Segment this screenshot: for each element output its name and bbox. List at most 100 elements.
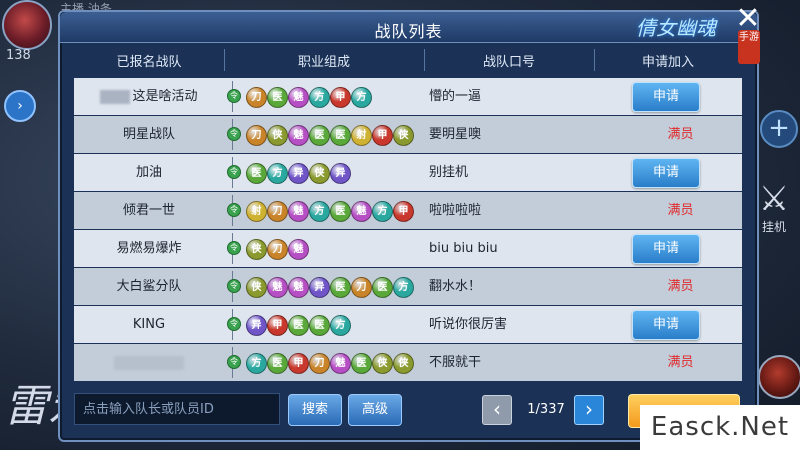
chevron-left-icon: ‹	[493, 397, 501, 421]
leader-token-icon: 令	[227, 89, 241, 103]
class-icon: 刀	[309, 353, 330, 374]
team-name: 易燃易爆炸	[74, 230, 224, 267]
team-name-text: 大白鲨分队	[116, 279, 182, 294]
search-button[interactable]: 搜索	[288, 394, 342, 426]
class-icon: 射	[351, 125, 372, 146]
plus-icon[interactable]: +	[760, 110, 798, 148]
class-icon: 侠	[267, 125, 288, 146]
left-arrow-icon[interactable]: ›	[4, 90, 36, 122]
table-row[interactable]: 倾君一世令射刀魅方医魅方甲啦啦啦啦 满员	[74, 192, 742, 229]
class-icon: 魅	[288, 201, 309, 222]
class-composition: 令射刀魅方医魅方甲	[224, 192, 424, 229]
class-icon: 医	[267, 87, 288, 108]
team-name: 倾君一世	[74, 192, 224, 229]
full-status: 满员	[667, 127, 694, 142]
class-icon: 侠	[246, 277, 267, 298]
header-slogan: 战队口号	[482, 55, 535, 70]
leader-token-icon: 令	[227, 203, 241, 217]
class-composition: 令方医甲刀魅医侠侠	[224, 344, 424, 381]
class-icon: 异	[288, 163, 309, 184]
table-row[interactable]: 这是啥活动令刀医魅方甲方懵的一逼 申请	[74, 78, 742, 115]
header-team: 已报名战队	[116, 55, 182, 70]
table-row[interactable]: 加油令医方异侠异别挂机 申请	[74, 154, 742, 191]
player-avatar[interactable]	[2, 0, 52, 50]
prev-page-button[interactable]: ‹	[482, 395, 512, 425]
search-input[interactable]: 点击输入队长或队员ID	[74, 393, 280, 425]
class-icon: 魅	[267, 277, 288, 298]
class-icon: 甲	[393, 201, 414, 222]
leader-token-icon: 令	[227, 127, 241, 141]
class-icon: 异	[330, 163, 351, 184]
apply-button[interactable]: 申请	[632, 82, 700, 112]
leader-token-icon: 令	[227, 317, 241, 331]
team-slogan: 懵的一逼	[429, 89, 482, 104]
full-status: 满员	[667, 279, 694, 294]
class-icon: 甲	[267, 315, 288, 336]
class-icon: 医	[330, 201, 351, 222]
apply-button[interactable]: 申请	[632, 158, 700, 188]
class-composition: 令刀医魅方甲方	[224, 78, 424, 115]
class-icon: 方	[309, 201, 330, 222]
redacted-text	[114, 355, 184, 370]
team-slogan: 听说你很厉害	[429, 317, 508, 332]
class-composition: 令侠刀魅	[224, 230, 424, 267]
team-name: 加油	[74, 154, 224, 191]
team-name-text: 加油	[135, 165, 162, 180]
watermark: Easck.Net	[640, 405, 800, 450]
table-row[interactable]: 大白鲨分队令侠魅魅异医刀医方翻水水！ 满员	[74, 268, 742, 305]
class-icon: 方	[351, 87, 372, 108]
class-icon: 方	[393, 277, 414, 298]
class-composition: 令刀侠魅医医射甲侠	[224, 116, 424, 153]
class-icon: 方	[267, 163, 288, 184]
class-icon: 方	[309, 87, 330, 108]
class-icon: 医	[309, 315, 330, 336]
page-indicator: 1/337	[527, 402, 565, 417]
class-icon: 侠	[309, 163, 330, 184]
table-row[interactable]: 易燃易爆炸 令侠刀魅 biu biu biu 申请	[74, 230, 742, 267]
full-status: 满员	[667, 355, 694, 370]
table-row[interactable]: 明星战队令刀侠魅医医射甲侠要明星噢 满员	[74, 116, 742, 153]
team-slogan: biu biu biu	[429, 241, 498, 256]
class-icon: 医	[330, 277, 351, 298]
class-icon: 医	[372, 277, 393, 298]
companion-avatar[interactable]	[758, 355, 800, 399]
header-apply: 申请加入	[641, 55, 694, 70]
team-slogan: 不服就干	[429, 355, 482, 370]
table-row[interactable]: 令方医甲刀魅医侠侠不服就干 满员	[74, 344, 742, 381]
class-composition: 令异甲医医方	[224, 306, 424, 343]
header-classes: 职业组成	[297, 55, 350, 70]
team-slogan: 别挂机	[429, 165, 469, 180]
team-name-text: 易燃易爆炸	[116, 241, 182, 256]
advanced-button[interactable]: 高级	[348, 394, 402, 426]
class-icon: 方	[330, 315, 351, 336]
leader-token-icon: 令	[227, 165, 241, 179]
apply-button[interactable]: 申请	[632, 310, 700, 340]
table-header: 已报名战队 职业组成 战队口号 申请加入	[74, 45, 742, 75]
class-icon: 医	[288, 315, 309, 336]
class-icon: 魅	[288, 239, 309, 260]
class-icon: 射	[246, 201, 267, 222]
class-icon: 魅	[288, 277, 309, 298]
class-icon: 医	[246, 163, 267, 184]
class-icon: 异	[246, 315, 267, 336]
team-name: KING	[74, 306, 224, 343]
full-status: 满员	[667, 203, 694, 218]
apply-button[interactable]: 申请	[632, 234, 700, 264]
class-icon: 医	[330, 125, 351, 146]
class-icon: 魅	[351, 201, 372, 222]
class-icon: 刀	[351, 277, 372, 298]
next-page-button[interactable]: ›	[574, 395, 604, 425]
table-row[interactable]: KING 令异甲医医方听说你很厉害 申请	[74, 306, 742, 343]
close-button[interactable]: ✕	[733, 4, 763, 36]
class-icon: 魅	[288, 87, 309, 108]
team-name	[74, 344, 224, 381]
team-name: 大白鲨分队	[74, 268, 224, 305]
class-icon: 医	[267, 353, 288, 374]
team-name-text: KING	[132, 317, 166, 332]
team-name-text: 倾君一世	[122, 203, 175, 218]
class-icon: 刀	[246, 125, 267, 146]
team-slogan: 啦啦啦啦	[429, 203, 482, 218]
team-slogan: 翻水水！	[429, 279, 482, 294]
team-slogan: 要明星噢	[429, 127, 482, 142]
class-icon: 甲	[372, 125, 393, 146]
